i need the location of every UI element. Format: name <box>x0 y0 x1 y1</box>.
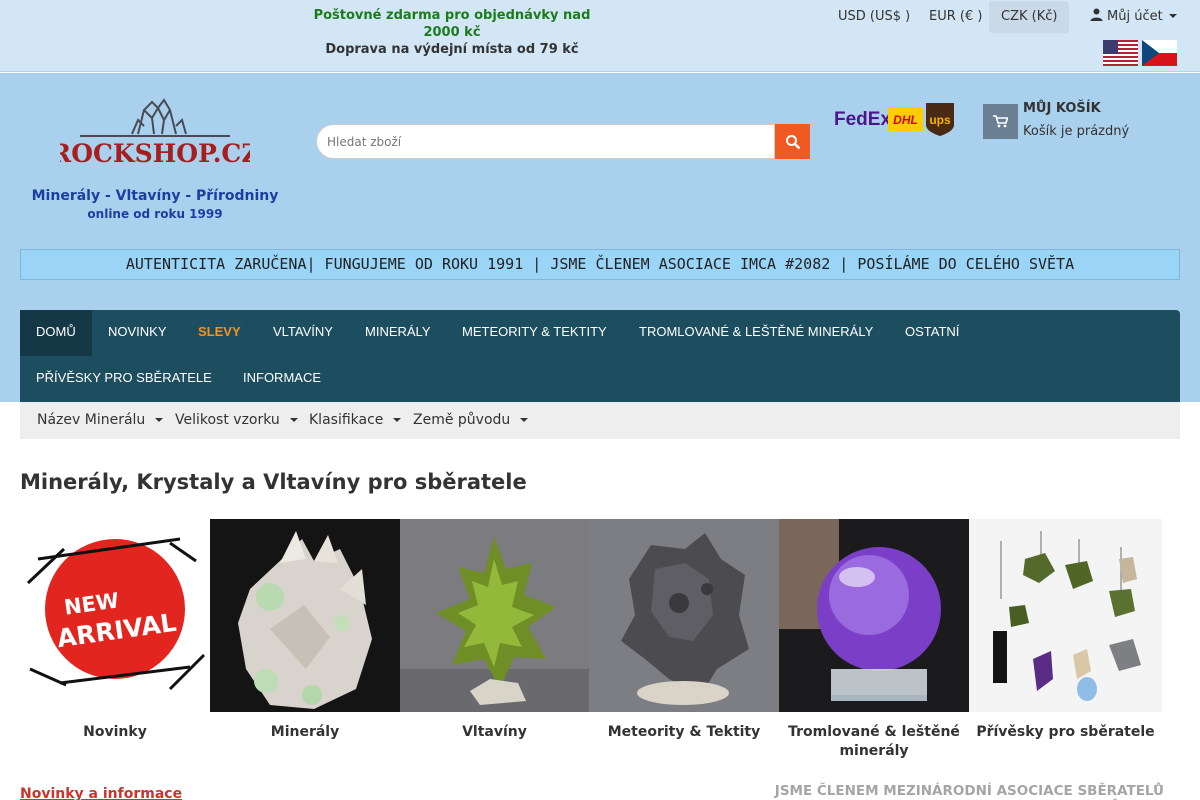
meteorite-image <box>589 519 779 712</box>
page-title: Minerály, Krystaly a Vltavíny pro sběrat… <box>20 470 527 494</box>
filter-bar: Název Minerálu Velikost vzorku Klasifika… <box>20 402 1180 439</box>
chevron-down-icon <box>393 418 402 422</box>
cz-flag-icon[interactable] <box>1142 40 1177 66</box>
search-button[interactable] <box>775 124 810 159</box>
filter-country[interactable]: Země původu <box>413 402 529 439</box>
currency-eur[interactable]: EUR (€ ) <box>917 1 994 33</box>
category-moldavites[interactable]: Vltavíny <box>400 519 589 764</box>
moldavite-image <box>400 519 589 712</box>
filter-label: Velikost vzorku <box>175 412 280 428</box>
shipping-promo: Poštovné zdarma pro objednávky nad 2000 … <box>300 7 604 58</box>
dhl-logo: DHL <box>893 113 918 127</box>
category-new[interactable]: NEW ARRIVAL Novinky <box>20 519 210 764</box>
chevron-down-icon <box>1168 14 1177 18</box>
fedex-logo: FedEx <box>834 109 891 130</box>
free-shipping-text: Poštovné zdarma pro objednávky nad 2000 … <box>313 8 591 40</box>
logo-text: ROCKSHOP.CZ <box>60 139 250 168</box>
tagline-main: Minerály - Vltavíny - Přírodniny <box>31 188 279 204</box>
news-link[interactable]: Novinky a informace <box>20 786 182 800</box>
category-label: Novinky <box>83 724 147 740</box>
new-arrival-image: NEW ARRIVAL <box>20 519 210 712</box>
tagline: Minerály - Vltavíny - Přírodniny online … <box>30 187 280 223</box>
nav-minerals[interactable]: MINERÁLY <box>349 310 447 356</box>
filter-sample-size[interactable]: Velikost vzorku <box>175 402 298 439</box>
nav-new[interactable]: NOVINKY <box>92 310 183 356</box>
category-label: Přívěsky pro sběratele <box>976 724 1155 740</box>
nav-other[interactable]: OSTATNÍ <box>889 310 975 356</box>
trust-banner: AUTENTICITA ZARUČENA| FUNGUJEME OD ROKU … <box>20 249 1180 280</box>
cart-status: Košík je prázdný <box>1023 124 1130 139</box>
nav-pendants[interactable]: PŘÍVĚSKY PRO SBĚRATELE <box>20 356 228 402</box>
currency-czk[interactable]: CZK (Kč) <box>989 1 1070 33</box>
rockshop-logo[interactable]: ROCKSHOP.CZ <box>60 98 250 170</box>
cart-button[interactable] <box>983 104 1018 139</box>
cart-title[interactable]: MŮJ KOŠÍK <box>1023 101 1101 116</box>
ups-logo: ups <box>929 113 951 127</box>
nav-sale[interactable]: SLEVY <box>182 310 257 356</box>
imca-heading: JSME ČLENEM MEZINÁRODNÍ ASOCIACE SBĚRATE… <box>774 783 1164 800</box>
currency-usd[interactable]: USD (US$ ) <box>826 1 922 33</box>
chevron-down-icon <box>289 418 298 422</box>
filter-label: Název Minerálu <box>37 412 146 428</box>
category-label: Tromlované & leštěné minerály <box>788 724 960 759</box>
category-label: Minerály <box>270 724 340 740</box>
nav-moldavites[interactable]: VLTAVÍNY <box>257 310 349 356</box>
account-label: Můj účet <box>1107 9 1163 24</box>
category-label: Vltavíny <box>462 724 527 740</box>
chevron-down-icon <box>155 418 164 422</box>
top-bar: Poštovné zdarma pro objednávky nad 2000 … <box>0 0 1200 72</box>
nav-tumbled[interactable]: TROMLOVANÉ & LEŠTĚNÉ MINERÁLY <box>623 310 889 356</box>
main-nav: DOMŮ NOVINKY SLEVY VLTAVÍNY MINERÁLY MET… <box>20 310 1180 402</box>
category-meteorites[interactable]: Meteority & Tektity <box>589 519 779 764</box>
search-input[interactable] <box>316 124 775 159</box>
pickup-shipping-text: Doprava na výdejní místa od 79 kč <box>325 42 579 57</box>
carrier-logos: FedEx DHL ups <box>834 103 954 136</box>
us-flag-icon[interactable] <box>1103 40 1138 66</box>
tagline-since: online od roku 1999 <box>87 207 223 221</box>
filter-label: Země původu <box>413 412 511 428</box>
category-tumbled[interactable]: Tromlované & leštěné minerály <box>779 519 969 764</box>
category-pendants[interactable]: Přívěsky pro sběratele <box>969 519 1162 764</box>
chevron-down-icon <box>520 418 529 422</box>
filter-classification[interactable]: Klasifikace <box>309 402 402 439</box>
category-minerals[interactable]: Minerály <box>210 519 400 764</box>
filter-label: Klasifikace <box>309 412 384 428</box>
pendants-image <box>969 519 1162 712</box>
account-menu[interactable]: Můj účet <box>1090 1 1177 33</box>
nav-meteorites[interactable]: METEORITY & TEKTITY <box>446 310 623 356</box>
nav-info[interactable]: INFORMACE <box>227 356 337 402</box>
nav-home[interactable]: DOMŮ <box>20 310 92 356</box>
filter-mineral-name[interactable]: Název Minerálu <box>37 402 164 439</box>
category-label: Meteority & Tektity <box>607 724 761 740</box>
tumbled-amethyst-image <box>779 519 969 712</box>
cart-icon <box>993 115 1008 128</box>
user-icon <box>1090 8 1103 21</box>
minerals-image <box>210 519 400 712</box>
search-icon <box>785 134 800 149</box>
